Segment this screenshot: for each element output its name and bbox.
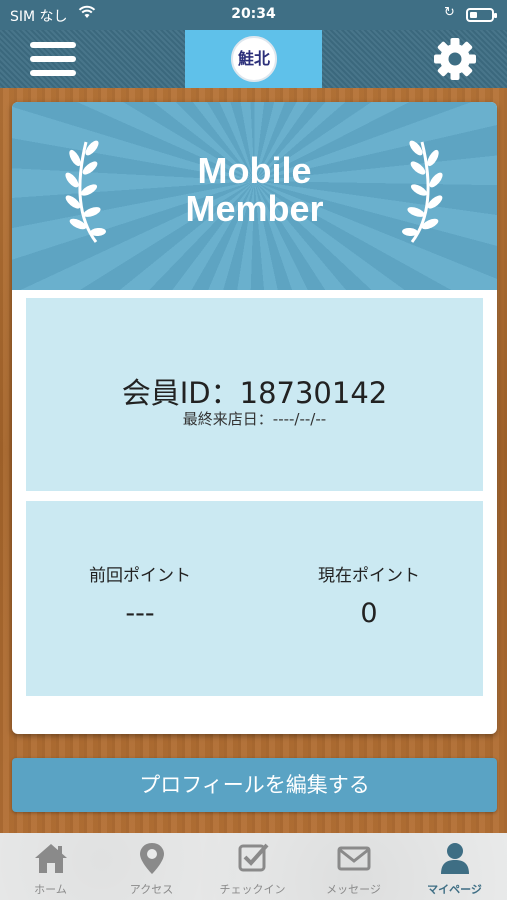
tab-checkin[interactable]: チェックイン xyxy=(202,833,303,900)
tab-label: チェックイン xyxy=(219,883,286,896)
edit-profile-button[interactable]: プロフィールを編集する xyxy=(12,758,497,812)
previous-points-value: --- xyxy=(125,598,155,629)
tab-label: メッセージ xyxy=(326,883,381,896)
current-points-label: 現在ポイント xyxy=(318,566,420,586)
map-pin-icon xyxy=(140,843,164,874)
gear-icon[interactable] xyxy=(432,36,478,82)
tab-mypage[interactable]: マイページ xyxy=(404,833,505,900)
member-card: Mobile Member 会員ID：18730142 最終来店日：----/-… xyxy=(12,102,497,734)
tab-label: ホーム xyxy=(34,883,67,896)
member-id-panel: 会員ID：18730142 最終来店日：----/--/-- xyxy=(26,298,483,491)
app-logo[interactable]: 鮭北 xyxy=(185,30,322,88)
tab-home[interactable]: ホーム xyxy=(0,833,101,900)
envelope-icon xyxy=(337,846,371,871)
laurel-right-icon xyxy=(402,140,443,243)
tab-message[interactable]: メッセージ xyxy=(303,833,404,900)
home-icon xyxy=(35,844,67,873)
tab-label: マイページ xyxy=(427,883,482,896)
logo-text: 鮭北 xyxy=(237,49,270,68)
battery-icon xyxy=(466,8,497,22)
mobile-member-banner: Mobile Member xyxy=(12,102,497,290)
status-bar: SIM なし 20:34 ↻ xyxy=(0,0,507,30)
last-visit-date: 最終来店日：----/--/-- xyxy=(182,410,327,428)
points-panel: 前回ポイント --- 現在ポイント 0 xyxy=(26,501,483,696)
bottom-tab-bar: ホーム アクセス チェックイン メッセージ マイページ xyxy=(0,833,507,900)
previous-points: 前回ポイント --- xyxy=(26,561,254,629)
current-points-value: 0 xyxy=(360,598,378,629)
clock-time: 20:34 xyxy=(231,6,276,22)
member-id: 会員ID：18730142 xyxy=(121,376,388,410)
previous-points-label: 前回ポイント xyxy=(89,566,191,586)
current-points: 現在ポイント 0 xyxy=(255,561,483,629)
tab-access[interactable]: アクセス xyxy=(101,833,202,900)
app-header: 鮭北 xyxy=(0,30,507,88)
hamburger-menu-icon[interactable] xyxy=(30,40,76,78)
user-icon xyxy=(441,843,469,874)
checkbox-icon xyxy=(238,843,269,872)
tab-label: アクセス xyxy=(129,883,174,896)
rotation-lock-icon: ↻ xyxy=(444,5,455,20)
logo-emblem: 鮭北 xyxy=(231,36,277,82)
